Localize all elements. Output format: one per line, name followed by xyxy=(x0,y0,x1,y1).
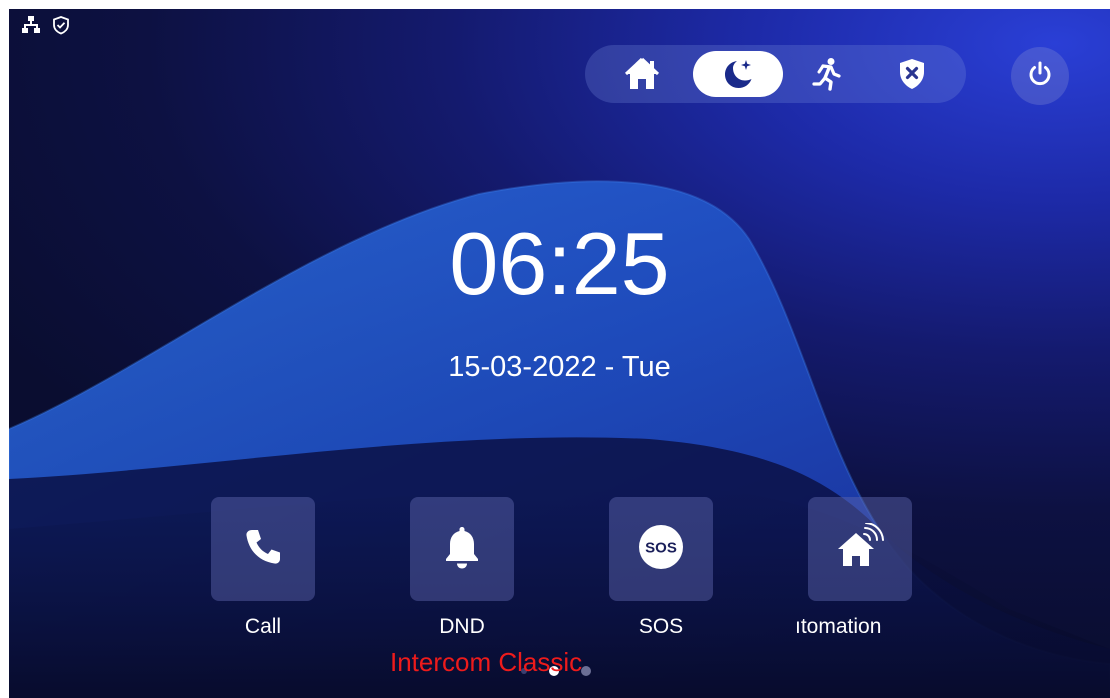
dnd-button[interactable] xyxy=(410,497,514,601)
shield-check-icon xyxy=(51,15,71,35)
sos-icon-text: SOS xyxy=(645,539,677,556)
running-person-icon xyxy=(811,57,841,91)
power-icon xyxy=(1026,60,1054,93)
home-screen: 06:25 15-03-2022 - Tue Call DND SOS SOS xyxy=(9,9,1110,698)
moon-star-icon xyxy=(721,57,755,91)
smart-home-icon xyxy=(834,521,886,576)
mode-night-button[interactable] xyxy=(693,51,783,97)
call-label: Call xyxy=(244,615,282,638)
mode-disarm-button[interactable] xyxy=(867,51,957,97)
network-icon xyxy=(21,15,41,35)
page-dot[interactable] xyxy=(581,666,591,676)
home-icon xyxy=(624,57,660,91)
bell-icon xyxy=(442,524,482,575)
automation-label: ıtomation xyxy=(795,615,882,638)
sos-label: SOS xyxy=(638,615,684,638)
call-button[interactable] xyxy=(211,497,315,601)
sos-icon: SOS xyxy=(637,523,685,576)
sos-button[interactable]: SOS xyxy=(609,497,713,601)
overlay-caption: Intercom Classic xyxy=(390,647,583,677)
arming-mode-selector xyxy=(585,45,966,103)
clock-time: 06:25 xyxy=(449,214,670,313)
status-bar xyxy=(21,15,71,35)
mode-home-button[interactable] xyxy=(597,51,687,97)
power-button[interactable] xyxy=(1011,47,1069,105)
clock-date: 15-03-2022 - Tue xyxy=(448,351,671,383)
mode-away-button[interactable] xyxy=(781,51,871,97)
dnd-label: DND xyxy=(439,615,485,638)
shield-x-icon xyxy=(898,58,926,90)
automation-button[interactable] xyxy=(808,497,912,601)
phone-icon xyxy=(242,526,284,573)
